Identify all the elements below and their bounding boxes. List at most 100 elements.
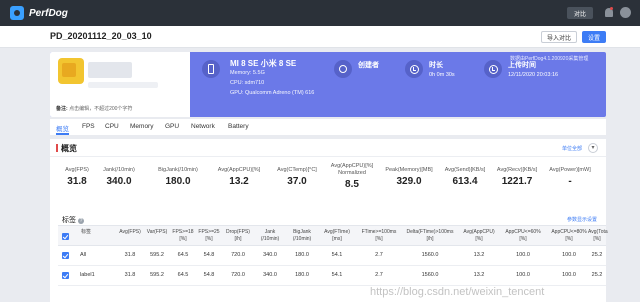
session-banner: 备注: 点击编辑，不超过200个字符 数据由PerfDog4.1.200920采… [50,52,606,117]
stat-value: 8.5 [345,179,359,190]
clock-icon [405,60,423,78]
device-cpu: CPU: sdm710 [230,80,265,86]
page-title: PD_20201112_20_03_10 [50,31,152,41]
row-label: All [80,252,87,258]
phone-icon [202,60,220,78]
note-label: 备注: [56,106,68,112]
table-cell: 100.0 [562,252,576,258]
table-header: 标签 Avg(FPS) Var(FPS) FPS>=18 [%] FPS>=25… [58,225,608,246]
avatar[interactable] [620,7,631,18]
table-row[interactable]: label1 31.8 595.2 64.5 54.8 720.0 340.0 … [58,266,606,286]
table-cell: 64.5 [177,272,189,278]
row-checkbox[interactable] [62,272,69,279]
stat-label: Peak(Memory)[MB] [385,167,433,173]
overview-title: 概览 [61,144,77,153]
column-header: Avg(Tota [%] [588,229,608,242]
unit-all-link[interactable]: 单位全部 [562,145,582,152]
app-name-redacted [88,62,132,78]
table-cell: 100.0 [562,272,576,278]
column-header: Jank (/10min) [260,229,280,242]
compare-button[interactable]: 对比 [567,7,593,19]
column-header: Var(FPS) [146,229,168,235]
settings-button[interactable]: 设置 [582,31,606,43]
table-cell: 595.2 [150,272,164,278]
labels-title: 标签? [62,215,84,225]
upload-value: 12/11/2020 20:03:16 [508,72,559,78]
stat-avg-fps: Avg(FPS) 31.8 [62,167,92,187]
stat-label: Avg(CTemp)[°C] [277,167,317,173]
perfdog-logo[interactable]: PerfDog [10,6,68,20]
top-bar: PerfDog 对比 [0,0,640,26]
stat-label: Avg(Send)[KB/s] [444,167,486,173]
stat-value: 329.0 [396,176,422,187]
table-cell: 25.2 [591,252,603,258]
select-all-checkbox[interactable] [62,233,69,240]
column-header: FPS>=25 [%] [198,229,220,242]
stat-label: Avg(Power)[mW] [549,167,591,173]
table-cell: 54.8 [203,252,215,258]
note-line[interactable]: 备注: 点击编辑，不超过200个字符 [56,105,132,112]
tab-memory[interactable]: Memory [130,123,153,130]
app-info-panel: 备注: 点击编辑，不超过200个字符 [50,52,190,117]
table-cell: 64.5 [177,252,189,258]
column-header: Avg(AppCPU) [%] [463,229,495,242]
table-cell: 180.0 [295,272,309,278]
table-cell: 54.1 [331,252,343,258]
table-cell: 1560.0 [421,272,439,278]
stat-avg-power: Avg(Power)[mW] - [544,167,596,187]
history-icon [484,60,502,78]
table-cell: 100.0 [516,272,530,278]
stat-value: 340.0 [106,176,132,187]
table-cell: 595.2 [150,252,164,258]
table-cell: 720.0 [231,272,245,278]
table-cell: 13.2 [473,272,485,278]
table-cell: 13.2 [473,252,485,258]
table-cell: 31.8 [124,272,136,278]
perfdog-logo-icon [10,6,24,20]
person-icon [334,60,352,78]
stat-appcpu-normalized: Avg(AppCPU)[%] Normalized 8.5 [324,163,380,190]
tab-battery[interactable]: Battery [228,123,249,130]
tab-gpu[interactable]: GPU [165,123,179,130]
column-header: 标签 [80,229,91,235]
table-cell: 31.8 [124,252,136,258]
column-header: AppCPU<=80% [%] [551,229,587,242]
tab-network[interactable]: Network [191,123,215,130]
duration-value: 0h 0m 30s [429,72,455,78]
tab-fps[interactable]: FPS [82,123,95,130]
table-cell: 180.0 [295,252,309,258]
stat-avg-appcpu: Avg(AppCPU)[%] 13.2 [208,167,270,187]
table-cell: 25.2 [591,272,603,278]
stat-label: Avg(FPS) [65,167,89,173]
table-row[interactable]: All 31.8 595.2 64.5 54.8 720.0 340.0 180… [58,246,606,266]
column-header: FTime>=100ms [%] [361,229,397,242]
overview-panel: 概览 单位全部 ▾ Avg(FPS) 31.8 Jank(/10min) 340… [50,139,608,302]
collapse-icon[interactable]: ▾ [588,143,598,153]
tab-cpu[interactable]: CPU [105,123,119,130]
notification-bell-icon[interactable] [605,7,613,17]
stat-value: 37.0 [287,176,307,187]
stat-value: 1221.7 [501,176,533,187]
metric-tabs: 概览 FPS CPU Memory GPU Network Battery [50,119,606,135]
stat-jank: Jank(/10min) 340.0 [94,167,144,187]
column-header: Drop(FPS) [/h] [226,229,250,242]
tab-overview[interactable]: 概览 [56,123,69,133]
upload-title: 上传时间 [508,62,536,69]
watermark: https://blog.csdn.net/weixin_tencent [370,286,545,298]
table-cell: 100.0 [516,252,530,258]
row-checkbox[interactable] [62,252,69,259]
import-compare-button[interactable]: 导入对比 [541,31,577,43]
device-memory: Memory: 5.5G [230,70,265,76]
stat-value: 613.4 [452,176,478,187]
stat-label: Avg(AppCPU)[%] Normalized [330,163,374,176]
param-display-settings-link[interactable]: 参数显示设置 [567,216,597,223]
stat-label: Jank(/10min) [103,167,135,173]
duration-title: 时长 [429,62,443,69]
stat-value: 31.8 [67,176,87,187]
stat-value: 180.0 [165,176,191,187]
help-icon[interactable]: ? [78,218,84,224]
stat-avg-send: Avg(Send)[KB/s] 613.4 [440,167,490,187]
table-cell: 720.0 [231,252,245,258]
table-cell: 2.7 [375,272,383,278]
device-gpu: GPU: Qualcomm Adreno (TM) 616 [230,90,315,96]
